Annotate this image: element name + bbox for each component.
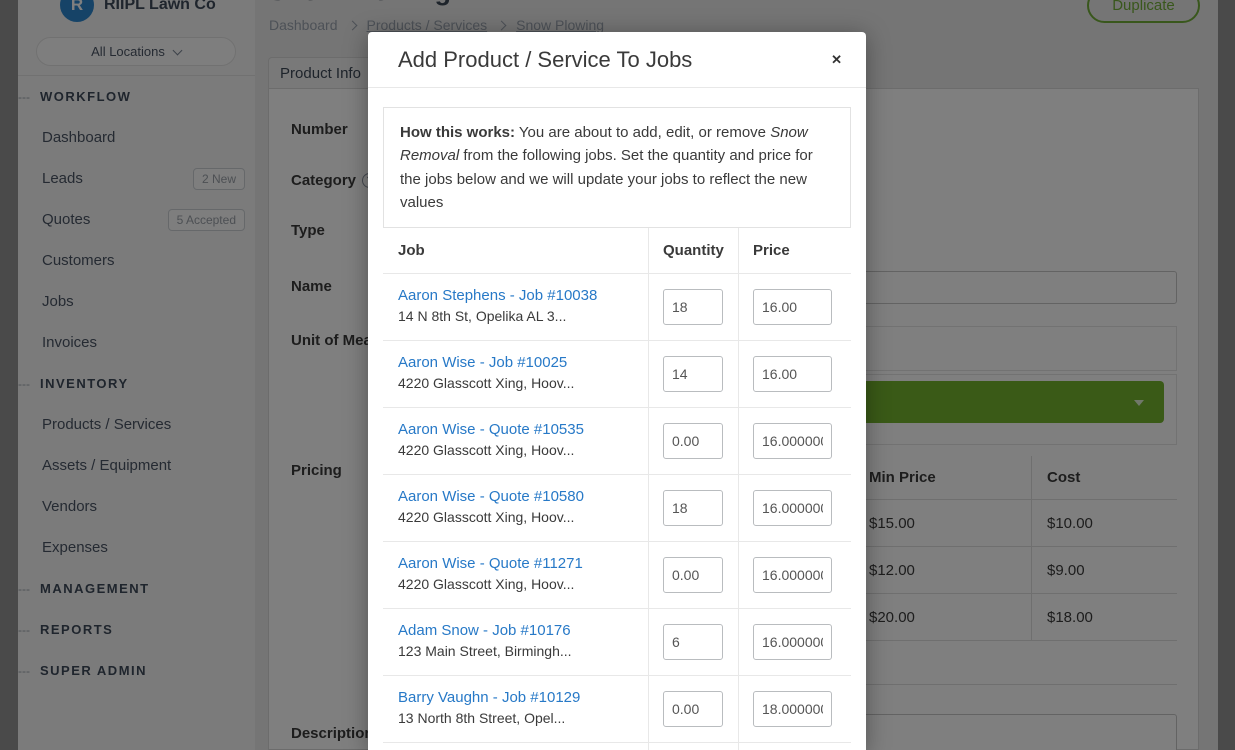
quantity-cell	[648, 273, 738, 340]
quantity-input[interactable]	[663, 289, 723, 325]
price-cell	[738, 407, 851, 474]
job-address: 4220 Glasscott Xing, Hoov...	[398, 576, 638, 592]
price-input[interactable]	[753, 557, 832, 593]
job-link[interactable]: Aaron Wise - Quote #10580	[398, 488, 638, 505]
jobs-col-job: Job	[383, 228, 648, 273]
how-this-works-note: How this works: You are about to add, ed…	[383, 107, 851, 228]
quantity-input[interactable]	[663, 490, 723, 526]
job-address: 14 N 8th St, Opelika AL 3...	[398, 308, 638, 324]
job-address: 13 North 8th Street, Opel...	[398, 710, 638, 726]
table-row: Aaron Stephens - Job #10038 14 N 8th St,…	[383, 273, 851, 340]
job-cell: Aaron Stephens - Job #10038 14 N 8th St,…	[383, 273, 648, 340]
note-text: from the following jobs. Set the quantit…	[400, 147, 813, 211]
price-cell	[738, 541, 851, 608]
jobs-col-quantity: Quantity	[648, 228, 738, 273]
quantity-cell	[648, 675, 738, 742]
job-cell: Aaron Wise - Job #10025 4220 Glasscott X…	[383, 340, 648, 407]
job-cell: Barry Vaughn - Quote #10691 13 North 8th…	[383, 742, 648, 750]
price-input[interactable]	[753, 624, 832, 660]
close-icon[interactable]: ✕	[827, 48, 846, 72]
table-row: Aaron Wise - Quote #10535 4220 Glasscott…	[383, 407, 851, 474]
job-link[interactable]: Adam Snow - Job #10176	[398, 622, 638, 639]
table-row: Aaron Wise - Job #10025 4220 Glasscott X…	[383, 340, 851, 407]
job-link[interactable]: Aaron Stephens - Job #10038	[398, 287, 638, 304]
price-cell	[738, 608, 851, 675]
price-cell	[738, 273, 851, 340]
price-input[interactable]	[753, 289, 832, 325]
note-bold-text: How this works:	[400, 124, 515, 141]
add-product-service-modal: Add Product / Service To Jobs ✕ How this…	[368, 32, 866, 750]
quantity-cell	[648, 541, 738, 608]
price-input[interactable]	[753, 423, 832, 459]
job-address: 4220 Glasscott Xing, Hoov...	[398, 509, 638, 525]
price-cell	[738, 742, 851, 750]
jobs-table-header: Job Quantity Price	[383, 228, 851, 273]
job-cell: Adam Snow - Job #10176 123 Main Street, …	[383, 608, 648, 675]
job-link[interactable]: Barry Vaughn - Job #10129	[398, 689, 638, 706]
table-row: Aaron Wise - Quote #11271 4220 Glasscott…	[383, 541, 851, 608]
job-cell: Aaron Wise - Quote #11271 4220 Glasscott…	[383, 541, 648, 608]
job-cell: Aaron Wise - Quote #10535 4220 Glasscott…	[383, 407, 648, 474]
job-address: 123 Main Street, Birmingh...	[398, 643, 638, 659]
price-cell	[738, 675, 851, 742]
table-row: Adam Snow - Job #10176 123 Main Street, …	[383, 608, 851, 675]
quantity-cell	[648, 340, 738, 407]
screen: R RIIPL Lawn Co All Locations WORKFLOW D…	[0, 0, 1235, 750]
price-cell	[738, 474, 851, 541]
jobs-col-price: Price	[738, 228, 851, 273]
jobs-table: Job Quantity Price Aaron Stephens - Job …	[383, 228, 851, 750]
quantity-input[interactable]	[663, 691, 723, 727]
quantity-cell	[648, 742, 738, 750]
modal-body: How this works: You are about to add, ed…	[368, 88, 866, 750]
table-row: Barry Vaughn - Job #10129 13 North 8th S…	[383, 675, 851, 742]
modal-header: Add Product / Service To Jobs ✕	[368, 32, 866, 88]
quantity-input[interactable]	[663, 423, 723, 459]
modal-title: Add Product / Service To Jobs	[398, 47, 827, 73]
quantity-cell	[648, 474, 738, 541]
price-input[interactable]	[753, 490, 832, 526]
job-cell: Aaron Wise - Quote #10580 4220 Glasscott…	[383, 474, 648, 541]
job-address: 4220 Glasscott Xing, Hoov...	[398, 442, 638, 458]
table-row: Barry Vaughn - Quote #10691 13 North 8th…	[383, 742, 851, 750]
price-input[interactable]	[753, 356, 832, 392]
job-link[interactable]: Aaron Wise - Quote #11271	[398, 555, 638, 572]
price-input[interactable]	[753, 691, 832, 727]
quantity-cell	[648, 608, 738, 675]
quantity-input[interactable]	[663, 356, 723, 392]
quantity-input[interactable]	[663, 557, 723, 593]
job-address: 4220 Glasscott Xing, Hoov...	[398, 375, 638, 391]
table-row: Aaron Wise - Quote #10580 4220 Glasscott…	[383, 474, 851, 541]
quantity-input[interactable]	[663, 624, 723, 660]
job-link[interactable]: Aaron Wise - Quote #10535	[398, 421, 638, 438]
note-text: You are about to add, edit, or remove	[515, 124, 770, 141]
job-cell: Barry Vaughn - Job #10129 13 North 8th S…	[383, 675, 648, 742]
price-cell	[738, 340, 851, 407]
job-link[interactable]: Aaron Wise - Job #10025	[398, 354, 638, 371]
quantity-cell	[648, 407, 738, 474]
